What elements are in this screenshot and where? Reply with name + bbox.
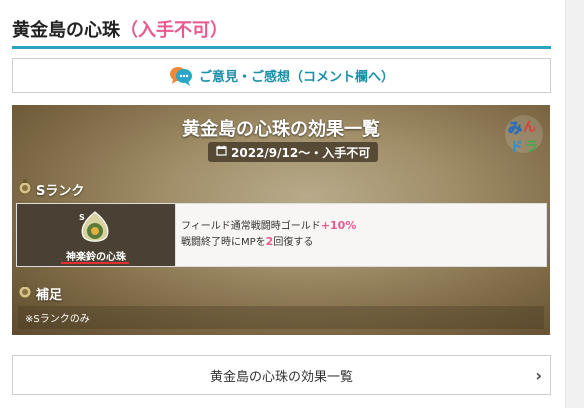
rank-section-header: Sランク [18,179,84,199]
card-title: 黄金島の心珠の効果一覧 [182,119,380,140]
svg-text:ド: ド [510,140,523,155]
effects-list-link[interactable]: 黄金島の心珠の効果一覧 › [12,355,551,395]
effect-line-2-suffix: 回復する [273,237,314,248]
gem-name: 神楽鈴の心珠 [66,252,126,263]
chevron-right-icon: › [535,366,542,385]
effects-list-label: 黄金島の心珠の効果一覧 [209,369,353,385]
page-title: 黄金島の心珠（入手不可） [12,16,228,42]
calendar-icon [216,145,227,159]
effect-line-1-prefix: フィールド通常戦闘時ゴールド [181,221,321,232]
title-suffix: （入手不可） [120,20,228,41]
note-section-header: 補足 [18,283,62,303]
effect-line-2-prefix: 戦闘終了時にMPを [181,237,266,248]
medal-icon [18,283,32,303]
rank-table: S 神楽鈴の心珠 フィールド通常戦闘時ゴールド+10% 戦闘終了時にMPを2回復… [16,203,547,267]
opinion-button[interactable]: ご意見・ご感想（コメント欄へ） [12,58,551,93]
rank-label: Sランク [36,183,85,199]
svg-text:ラ: ラ [525,140,538,155]
effect-line-1: フィールド通常戦闘時ゴールド+10% [181,218,546,234]
gem-icon: S [77,210,113,250]
title-main: 黄金島の心珠 [12,20,120,41]
date-badge: 2022/9/12〜・入手不可 [208,142,379,162]
effect-text-cell: フィールド通常戦闘時ゴールド+10% 戦闘終了時にMPを2回復する [176,204,546,266]
effect-line-2: 戦闘終了時にMPを2回復する [181,234,546,250]
gem-underline [61,262,129,264]
svg-text:S: S [79,213,85,222]
medal-icon [18,179,32,199]
svg-text:ん: ん [523,120,536,135]
effect-line-1-value: +10% [320,219,357,232]
date-text: 2022/9/12〜・入手不可 [231,145,371,160]
section-header: 黄金島の心珠（入手不可） [12,12,551,49]
effect-card: 黄金島の心珠の効果一覧 2022/9/12〜・入手不可 み ん ド ラ Sランク [12,105,550,335]
note-text: ※Sランクのみ [18,306,544,329]
scrollbar[interactable] [565,0,584,408]
gem-image-cell: S 神楽鈴の心珠 [17,204,176,266]
svg-text:み: み [508,121,522,137]
chat-bubbles-icon [169,65,193,87]
opinion-label: ご意見・ご感想（コメント欄へ） [198,70,394,85]
note-label: 補足 [36,287,63,303]
site-logo: み ん ド ラ [504,113,544,155]
